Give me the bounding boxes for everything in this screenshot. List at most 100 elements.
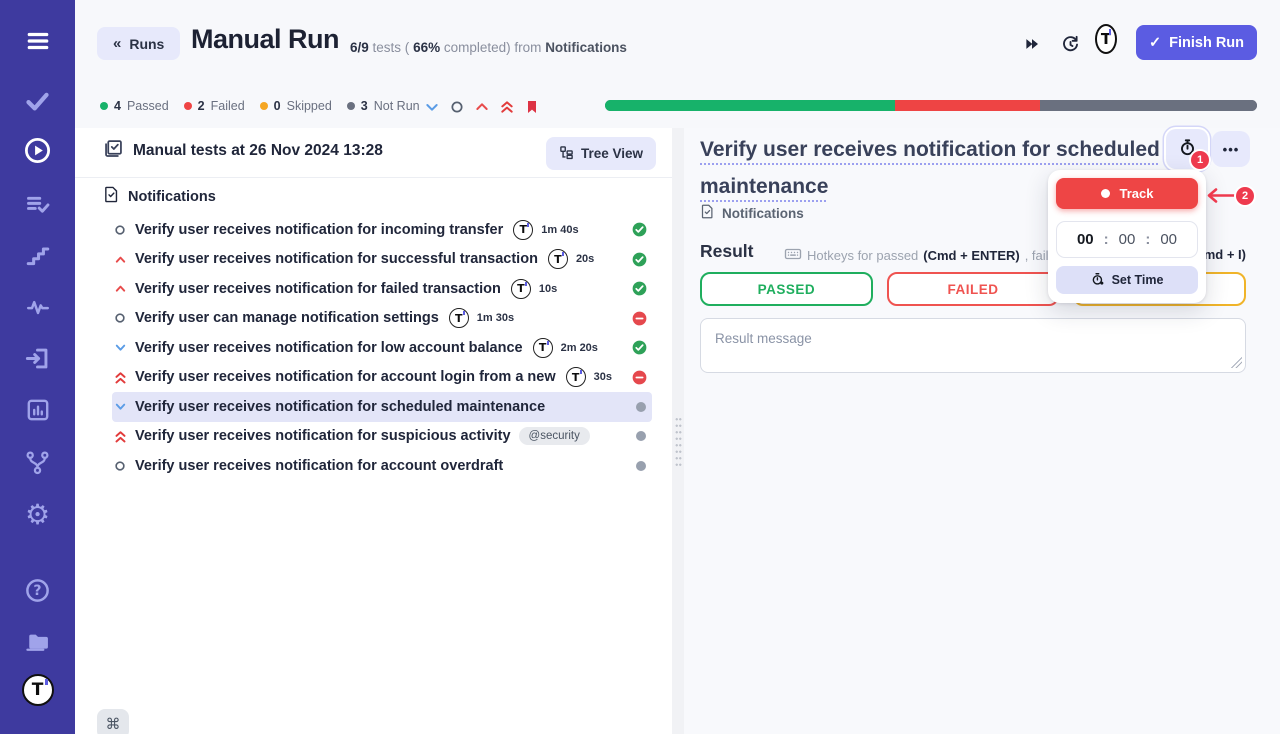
test-row[interactable]: Verify user can manage notification sett…	[112, 304, 652, 334]
hamburger-menu-icon[interactable]	[0, 28, 75, 54]
status-passed-icon	[632, 252, 647, 267]
test-owner-logo: T	[566, 367, 586, 387]
test-title: Verify user receives notification for in…	[135, 222, 503, 238]
test-owner-logo: T	[548, 249, 568, 269]
status-passed-icon	[632, 340, 647, 355]
test-title: Verify user receives notification for su…	[135, 251, 538, 267]
track-time-popup: Track 00 : 00 : 00 Set Time	[1048, 170, 1206, 303]
tree-view-button[interactable]: Tree View	[546, 137, 656, 170]
timer-display[interactable]: 00 : 00 : 00	[1056, 221, 1198, 258]
test-row[interactable]: Verify user receives notification for ac…	[112, 451, 652, 481]
hotkeys-hint: Hotkeys for passed (Cmd + ENTER) , faile…	[784, 245, 1063, 266]
passed-dot-icon	[100, 102, 108, 110]
run-heading-row: Manual tests at 26 Nov 2024 13:28	[103, 138, 383, 164]
runs-play-icon[interactable]	[0, 136, 75, 165]
suite-row[interactable]: Notifications	[103, 186, 216, 208]
test-title: Verify user receives notification for su…	[135, 428, 511, 444]
tests-check-icon[interactable]	[0, 87, 75, 114]
set-time-button[interactable]: Set Time	[1056, 266, 1198, 294]
track-button[interactable]: Track	[1056, 178, 1198, 209]
test-plans-icon[interactable]	[0, 191, 75, 218]
test-row[interactable]: Verify user receives notification for su…	[112, 422, 652, 452]
test-duration: 1m 40s	[541, 224, 578, 236]
divider-line	[75, 177, 672, 178]
projects-folder-icon[interactable]	[0, 627, 75, 655]
test-row[interactable]: Verify user receives notification for ac…	[112, 363, 652, 393]
grip-dots-icon	[675, 416, 682, 468]
notrun-dot-icon	[347, 102, 355, 110]
filter-bookmark-icon[interactable]	[524, 99, 540, 115]
progress-segment-passed	[605, 100, 895, 111]
test-owner-logo: T	[513, 220, 533, 240]
back-to-runs-button[interactable]: « Runs	[97, 27, 180, 60]
branch-icon[interactable]	[0, 449, 75, 476]
clipboard-check-icon	[103, 138, 124, 164]
keyboard-shortcuts-button[interactable]: ⌘	[97, 709, 129, 734]
filter-chevron-up-icon[interactable]	[474, 99, 490, 115]
skipped-dot-icon	[260, 102, 268, 110]
test-owner-logo: T	[533, 338, 553, 358]
back-button-label: Runs	[129, 36, 164, 52]
priority-low-icon	[113, 399, 130, 414]
test-owner-logo: T	[449, 308, 469, 328]
run-progress-bar	[605, 100, 1257, 111]
run-progress-summary: 6/9 tests ( 66% completed) from Notifica…	[350, 40, 627, 55]
more-options-button[interactable]: •••	[1212, 131, 1250, 167]
timer-history-icon[interactable]	[1059, 33, 1081, 55]
test-row[interactable]: Verify user receives notification for su…	[112, 245, 652, 275]
panel-resize-handle[interactable]	[672, 128, 684, 734]
sidebar: ⚙ ? T	[0, 0, 75, 734]
result-passed-button[interactable]: PASSED	[700, 272, 873, 306]
priority-low-icon	[113, 340, 130, 355]
chevrons-left-icon: «	[113, 35, 121, 52]
breadcrumb[interactable]: Notifications	[700, 204, 804, 222]
test-list: Verify user receives notification for in…	[112, 215, 652, 481]
test-duration: 20s	[576, 253, 594, 265]
test-row[interactable]: Verify user receives notification for in…	[112, 215, 652, 245]
stat-passed: 4Passed	[100, 99, 169, 113]
import-icon[interactable]	[0, 345, 75, 372]
status-failed-icon	[632, 311, 647, 326]
test-row[interactable]: Verify user receives notification for fa…	[112, 274, 652, 304]
test-row[interactable]: Verify user receives notification for lo…	[112, 333, 652, 363]
priority-normal-icon	[113, 223, 130, 237]
priority-high-icon	[113, 281, 130, 296]
test-title: Verify user receives notification for fa…	[135, 281, 501, 297]
suite-name: Notifications	[128, 189, 216, 205]
test-title: Verify user receives notification for sc…	[135, 399, 545, 415]
help-icon[interactable]: ?	[0, 577, 75, 604]
annotation-step-1-badge: 1	[1191, 151, 1209, 169]
tests-fraction: 6/9	[350, 40, 369, 55]
stopwatch-gear-icon	[1091, 272, 1105, 289]
app-logo[interactable]: T	[0, 674, 75, 706]
result-message-input[interactable]	[700, 318, 1246, 373]
brand-logo[interactable]: T	[1095, 28, 1117, 50]
test-row[interactable]: Verify user receives notification for sc…	[112, 392, 652, 422]
filter-circle-icon[interactable]	[449, 99, 465, 115]
test-title: Verify user can manage notification sett…	[135, 310, 439, 326]
pulse-activity-icon[interactable]	[0, 294, 75, 320]
filter-chevrons-up-icon[interactable]	[499, 99, 515, 115]
run-stats: 4Passed 2Failed 0Skipped 3Not Run	[100, 99, 420, 113]
fast-forward-icon[interactable]	[1021, 33, 1043, 55]
result-failed-button[interactable]: FAILED	[887, 272, 1060, 306]
status-notrun-icon	[635, 401, 647, 413]
progress-segment-failed	[895, 100, 1040, 111]
priority-filter-bar	[424, 99, 540, 115]
finish-run-button[interactable]: ✓ Finish Run	[1136, 25, 1257, 60]
result-heading: Result	[700, 241, 753, 262]
milestones-steps-icon[interactable]	[0, 242, 75, 268]
test-tag: @security	[519, 427, 590, 445]
settings-gear-icon[interactable]: ⚙	[0, 498, 75, 531]
breadcrumb-file-icon	[700, 204, 715, 222]
analytics-chart-icon[interactable]	[0, 397, 75, 423]
app-root: ⚙ ? T « Runs Manual Run 6/9 tests ( 66% …	[0, 0, 1280, 734]
timer-hours: 00	[1077, 231, 1094, 248]
stat-notrun: 3Not Run	[347, 99, 420, 113]
test-duration: 30s	[594, 371, 612, 383]
status-passed-icon	[632, 222, 647, 237]
filter-chevron-down-icon[interactable]	[424, 99, 440, 115]
annotation-arrow-icon	[1206, 188, 1236, 208]
source-suite: Notifications	[545, 40, 627, 55]
status-passed-icon	[632, 281, 647, 296]
